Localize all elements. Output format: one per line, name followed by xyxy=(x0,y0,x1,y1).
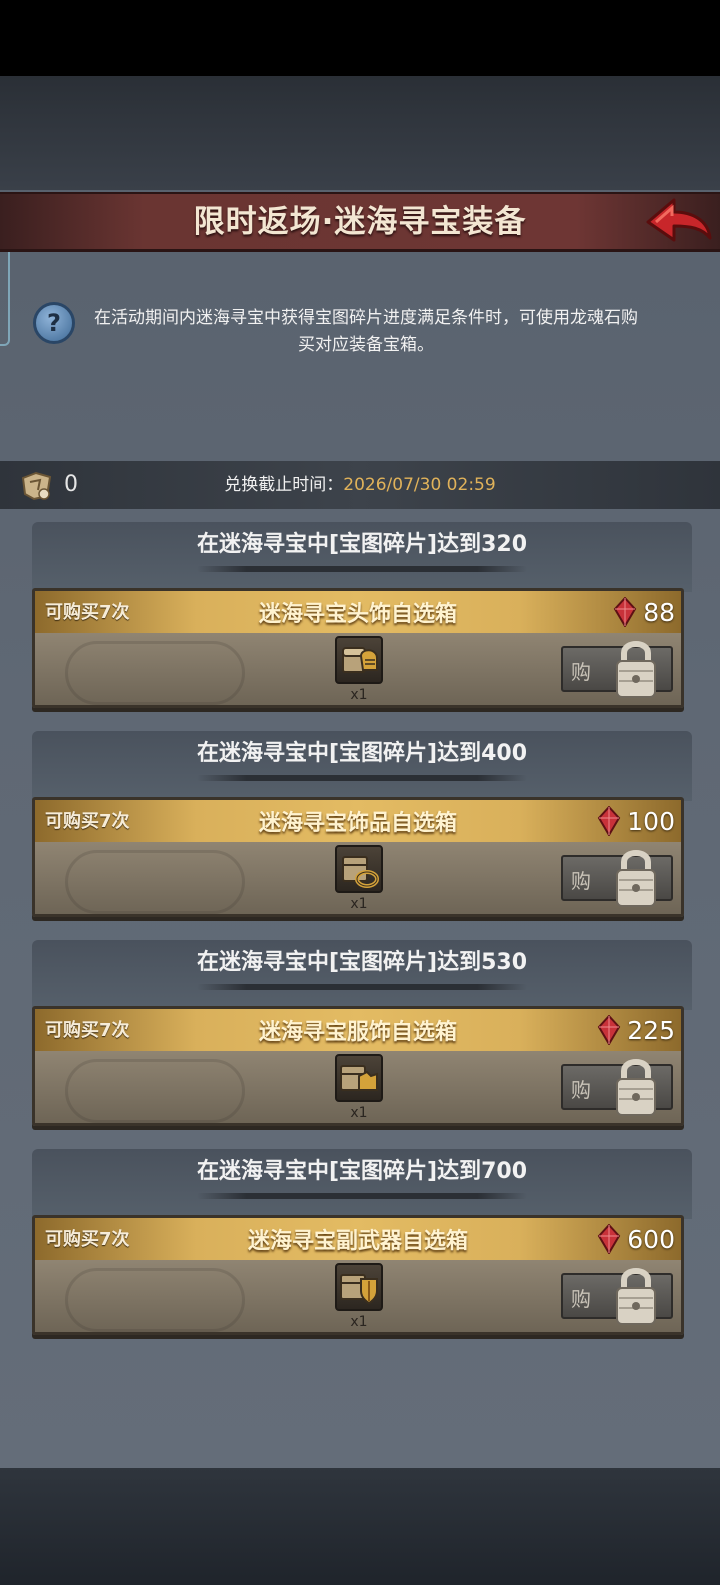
price-value: 600 xyxy=(627,1224,675,1254)
title-bar: 限时返场·迷海寻宝装备 xyxy=(0,192,720,252)
divider xyxy=(197,984,527,990)
item-quantity: x1 xyxy=(350,1105,368,1121)
divider xyxy=(197,775,527,781)
item-quantity: x1 xyxy=(350,1314,368,1330)
price: 225 xyxy=(597,1012,675,1048)
buy-button-label: 购 xyxy=(571,1287,591,1311)
deadline-label: 兑换截止时间： xyxy=(224,475,344,495)
soul-stone-gem-icon xyxy=(598,1015,621,1045)
lock-icon xyxy=(616,641,656,698)
unlock-condition: 在迷海寻宝中[宝图碎片]达到320 xyxy=(196,532,528,557)
lock-icon xyxy=(616,1059,656,1116)
soul-stone-gem-icon xyxy=(598,1224,621,1254)
top-status-area xyxy=(0,0,720,76)
deadline-time: 2026/07/30 02:59 xyxy=(343,475,496,495)
buy-button-label: 购 xyxy=(571,869,591,893)
background-top xyxy=(0,76,720,191)
price: 88 xyxy=(613,594,675,630)
back-arrow-icon xyxy=(646,198,712,242)
divider xyxy=(197,1193,527,1199)
soul-stone-gem-icon xyxy=(598,806,621,836)
lock-icon xyxy=(616,850,656,907)
card-decoration xyxy=(65,850,245,914)
shop-item-card: 可购买7次 迷海寻宝饰品自选箱 100 x1 购 xyxy=(32,797,684,917)
item-name: 迷海寻宝头饰自选箱 xyxy=(258,602,457,627)
card-header: 可购买7次 迷海寻宝饰品自选箱 100 xyxy=(35,800,681,842)
card-header: 可购买7次 迷海寻宝头饰自选箱 88 xyxy=(35,591,681,633)
help-icon[interactable]: ? xyxy=(33,302,75,344)
price-value: 225 xyxy=(627,1015,675,1045)
price-value: 100 xyxy=(627,806,675,836)
chest-helmet-icon[interactable] xyxy=(335,636,383,684)
card-decoration xyxy=(65,641,245,705)
price: 100 xyxy=(597,803,675,839)
card-decoration xyxy=(65,1268,245,1332)
chest-ring-icon[interactable] xyxy=(335,845,383,893)
chest-shield-icon[interactable] xyxy=(335,1263,383,1311)
shop-item-card: 可购买7次 迷海寻宝副武器自选箱 600 x1 购 xyxy=(32,1215,684,1335)
buy-button-label: 购 xyxy=(571,660,591,684)
price-value: 88 xyxy=(643,597,675,627)
item-name: 迷海寻宝饰品自选箱 xyxy=(258,811,457,836)
price: 600 xyxy=(597,1221,675,1257)
card-decoration xyxy=(65,1059,245,1123)
item-name: 迷海寻宝副武器自选箱 xyxy=(247,1229,468,1254)
unlock-condition: 在迷海寻宝中[宝图碎片]达到700 xyxy=(196,1159,528,1184)
chest-armor-icon[interactable] xyxy=(335,1054,383,1102)
unlock-condition: 在迷海寻宝中[宝图碎片]达到400 xyxy=(196,741,528,766)
card-header: 可购买7次 迷海寻宝副武器自选箱 600 xyxy=(35,1218,681,1260)
shop-item-card: 可购买7次 迷海寻宝头饰自选箱 88 x1 购 xyxy=(32,588,684,708)
buy-button-label: 购 xyxy=(571,1078,591,1102)
event-description: 在活动期间内迷海寻宝中获得宝图碎片进度满足条件时，可使用龙魂石购买对应装备宝箱。 xyxy=(94,308,638,355)
back-button[interactable] xyxy=(644,194,714,250)
card-header: 可购买7次 迷海寻宝服饰自选箱 225 xyxy=(35,1009,681,1051)
divider xyxy=(197,566,527,572)
background-bottom xyxy=(0,1468,720,1585)
shop-item-card: 可购买7次 迷海寻宝服饰自选箱 225 x1 购 xyxy=(32,1006,684,1126)
page-title: 限时返场·迷海寻宝装备 xyxy=(193,204,527,240)
unlock-condition: 在迷海寻宝中[宝图碎片]达到530 xyxy=(196,950,528,975)
item-quantity: x1 xyxy=(350,896,368,912)
exchange-deadline: 兑换截止时间：2026/07/30 02:59 xyxy=(0,470,720,500)
item-quantity: x1 xyxy=(350,687,368,703)
item-name: 迷海寻宝服饰自选箱 xyxy=(258,1020,457,1045)
lock-icon xyxy=(616,1268,656,1325)
soul-stone-gem-icon xyxy=(613,597,637,627)
